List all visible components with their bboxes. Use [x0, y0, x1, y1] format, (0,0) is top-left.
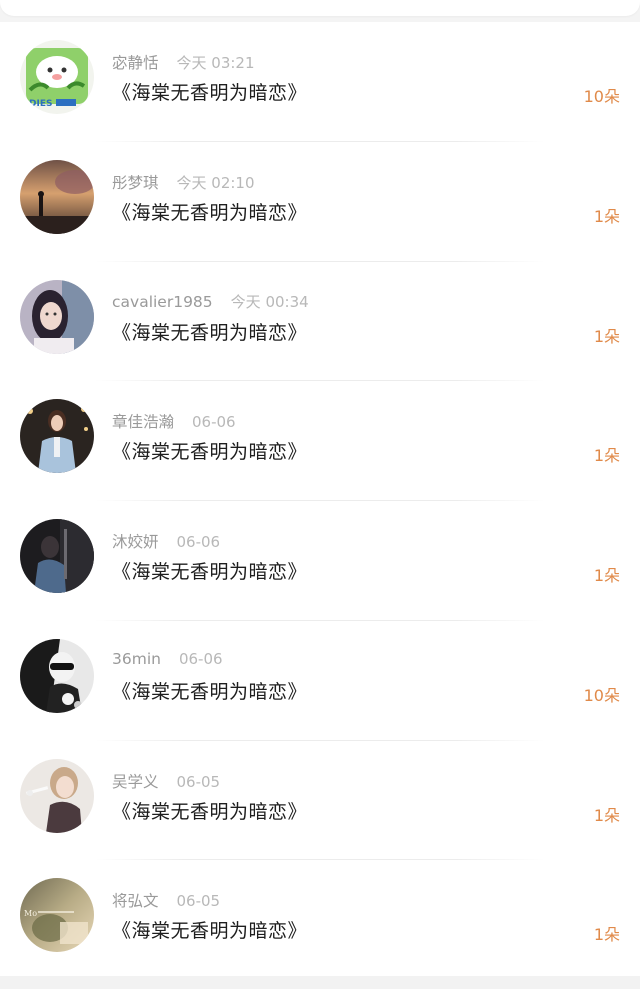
vintage-text-avatar: Mo — [20, 878, 94, 953]
light-portrait-avatar — [20, 758, 94, 833]
bottom-gap — [0, 976, 640, 989]
list-item[interactable]: 彤梦琪 今天 02:10 《海棠无香明为暗恋》 1朵 — [0, 142, 640, 262]
flower-count: 1朵 — [593, 805, 620, 825]
flower-count: 1朵 — [593, 566, 620, 585]
song-title[interactable]: 《海棠无香明为暗恋》 — [112, 78, 307, 105]
song-title[interactable]: 《海棠无香明为暗恋》 — [112, 677, 307, 704]
top-card-edge — [0, 0, 640, 16]
meta-line: 吴学义 06-05 — [112, 770, 220, 792]
list-item[interactable]: 沐姣妍 06-06 《海棠无香明为暗恋》 1朵 — [0, 501, 640, 621]
meta-line: 彤梦琪 今天 02:10 — [112, 171, 255, 193]
meta-line: 将弘文 06-05 — [112, 889, 220, 911]
list-item[interactable]: 36min 06-06 《海棠无香明为暗恋》 10朵 — [0, 621, 640, 741]
timestamp: 今天 00:34 — [230, 292, 309, 311]
song-title[interactable]: 《海棠无香明为暗恋》 — [112, 797, 307, 824]
username[interactable]: 将弘文 — [112, 892, 159, 910]
song-title[interactable]: 《海棠无香明为暗恋》 — [112, 198, 307, 225]
timestamp: 06-05 — [176, 772, 221, 791]
username[interactable]: 宓静恬 — [112, 54, 159, 72]
song-title[interactable]: 《海棠无香明为暗恋》 — [112, 916, 307, 943]
meta-line: 36min 06-06 — [112, 650, 223, 668]
list-item[interactable]: cavalier1985 今天 00:34 《海棠无香明为暗恋》 1朵 — [0, 262, 640, 382]
avatar[interactable]: Mo — [20, 878, 94, 953]
username[interactable]: 章佳浩瀚 — [112, 413, 174, 431]
timestamp: 06-06 — [192, 413, 236, 432]
sunset-silhouette-avatar — [20, 159, 94, 234]
portrait-girl-avatar — [20, 279, 94, 354]
timestamp: 今天 02:10 — [176, 173, 255, 192]
woman-blazer-avatar — [20, 399, 94, 474]
avatar[interactable] — [20, 399, 94, 474]
meta-line: cavalier1985 今天 00:34 — [112, 291, 309, 312]
avatar[interactable] — [20, 279, 94, 354]
song-title[interactable]: 《海棠无香明为暗恋》 — [112, 557, 307, 584]
dark-portrait-avatar — [20, 519, 94, 593]
song-title[interactable]: 《海棠无香明为暗恋》 — [112, 318, 307, 345]
avatar[interactable]: DIES — [20, 40, 94, 114]
avatar[interactable] — [20, 638, 94, 713]
meta-line: 沐姣妍 06-06 — [112, 530, 220, 552]
list-item[interactable]: 吴学义 06-05 《海棠无香明为暗恋》 1朵 — [0, 741, 640, 861]
username[interactable]: cavalier1985 — [112, 293, 213, 311]
username[interactable]: 沐姣妍 — [112, 533, 159, 551]
avatar[interactable] — [20, 519, 94, 593]
song-title[interactable]: 《海棠无香明为暗恋》 — [112, 437, 307, 464]
timestamp: 06-06 — [176, 533, 221, 551]
username[interactable]: 36min — [112, 650, 161, 668]
timestamp: 今天 03:21 — [176, 54, 255, 72]
list-item[interactable]: Mo 将弘文 06-05 《海棠无香明为暗恋》 1朵 — [0, 860, 640, 980]
avatar[interactable] — [20, 159, 94, 234]
flower-count: 1朵 — [593, 326, 620, 346]
bw-sunglasses-avatar — [20, 638, 94, 713]
timestamp: 06-05 — [176, 892, 221, 911]
avatar[interactable] — [20, 758, 94, 833]
green-cartoon-avatar: DIES — [20, 40, 94, 114]
meta-line: 章佳浩瀚 06-06 — [112, 410, 236, 432]
gift-list: DIES 宓静恬 今天 03:21 《海棠无香明为暗恋》 10朵 彤梦琪 今天 … — [0, 22, 640, 976]
list-item[interactable]: DIES 宓静恬 今天 03:21 《海棠无香明为暗恋》 10朵 — [0, 22, 640, 142]
avatar-text: Mo — [24, 909, 37, 918]
flower-count: 1朵 — [593, 446, 620, 466]
flower-count: 10朵 — [583, 87, 620, 106]
username[interactable]: 彤梦琪 — [112, 174, 159, 192]
flower-count: 10朵 — [583, 685, 620, 705]
meta-line: 宓静恬 今天 03:21 — [112, 51, 255, 73]
username[interactable]: 吴学义 — [112, 773, 159, 791]
list-item[interactable]: 章佳浩瀚 06-06 《海棠无香明为暗恋》 1朵 — [0, 381, 640, 501]
avatar-text: DIES — [29, 99, 52, 109]
flower-count: 1朵 — [593, 206, 620, 226]
timestamp: 06-06 — [178, 649, 223, 668]
flower-count: 1朵 — [593, 925, 620, 945]
